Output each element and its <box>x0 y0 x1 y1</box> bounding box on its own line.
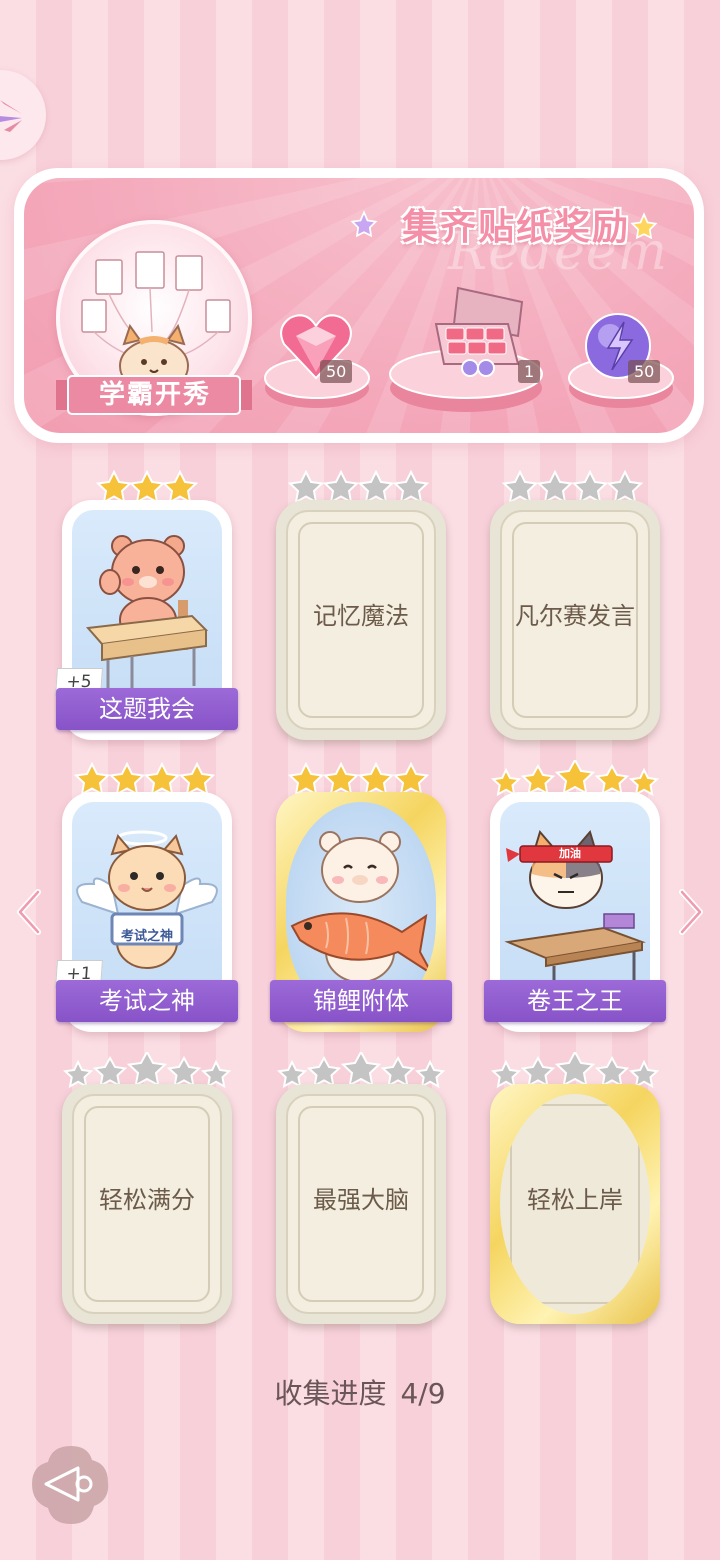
reward-sticker-box[interactable]: 1 <box>422 278 542 388</box>
star-decoration-icon <box>350 210 378 238</box>
sticker-card-unlocked[interactable]: +5 这题我会 <box>55 469 238 740</box>
card-title: 考试之神 <box>99 987 195 1015</box>
headband-text: 加油 <box>559 847 581 860</box>
sticker-card-locked[interactable]: 轻松上岸 <box>490 1049 660 1324</box>
sticker-card-locked[interactable]: 凡尔赛发言 <box>490 469 660 740</box>
sticker-card-locked[interactable]: 最强大脑 <box>276 1049 446 1324</box>
prev-page-arrow-icon[interactable] <box>12 888 46 936</box>
reward-energy-orb[interactable]: 50 <box>580 306 661 386</box>
reward-banner: Redeem 集齐贴纸奖励 学霸开秀 50 1 50 <box>14 168 704 443</box>
card-title: 凡尔赛发言 <box>515 602 635 630</box>
card-title-banner: 锦鲤附体 <box>270 980 452 1022</box>
sticker-card-unlocked[interactable]: 加油 卷王之王 <box>484 757 666 1032</box>
back-button[interactable] <box>30 1444 112 1526</box>
emblem-label: 学霸开秀 <box>98 380 211 410</box>
reward-heart-gem[interactable]: 50 <box>276 306 356 386</box>
reward-count: 50 <box>320 360 353 383</box>
back-arrow-icon <box>32 1446 109 1524</box>
sticker-card-unlocked[interactable]: 考试之神 +1 考试之神 <box>55 761 238 1032</box>
fan-icon <box>0 100 22 132</box>
sticker-card-locked[interactable]: 记忆魔法 <box>276 469 446 740</box>
card-title: 轻松满分 <box>99 1186 195 1214</box>
reward-count: 50 <box>628 360 661 383</box>
sign-text: 考试之神 <box>120 929 173 944</box>
card-title-banner: 卷王之王 <box>484 980 666 1022</box>
progress-value: 4/9 <box>400 1377 446 1410</box>
collection-progress: 收集进度 4/9 <box>0 1372 720 1412</box>
card-title: 卷王之王 <box>527 987 623 1015</box>
card-title: 这题我会 <box>99 695 195 723</box>
banner-title: 集齐贴纸奖励 <box>402 207 631 248</box>
sticker-card-unlocked[interactable]: 锦鲤附体 <box>270 761 452 1032</box>
next-page-arrow-icon[interactable] <box>674 888 708 936</box>
sticker-card-locked[interactable]: 轻松满分 <box>62 1049 232 1324</box>
card-title-banner: 这题我会 <box>56 688 238 730</box>
progress-label: 收集进度 <box>274 1377 387 1410</box>
menu-corner-button[interactable] <box>0 70 46 160</box>
card-title: 最强大脑 <box>313 1186 409 1214</box>
card-title-banner: 考试之神 <box>56 980 238 1022</box>
card-title: 记忆魔法 <box>313 602 409 630</box>
card-title: 锦鲤附体 <box>313 987 409 1015</box>
reward-count: 1 <box>518 360 541 383</box>
card-title: 轻松上岸 <box>527 1186 623 1214</box>
